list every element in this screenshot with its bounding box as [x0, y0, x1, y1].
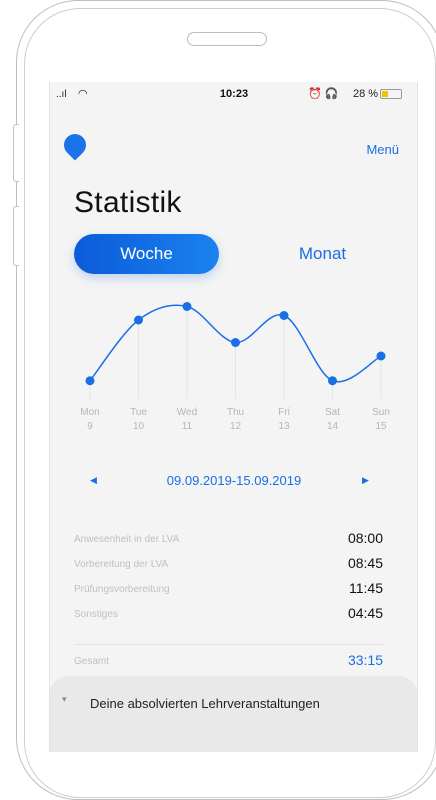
chart-svg: Mon 9 Tue 10 Wed 11 Thu 12 Fri 13 Sat 14 Sun 15	[80, 302, 390, 432]
weekly-chart: Mon 9 Tue 10 Wed 11 Thu 12 Fri 13 Sat 14 Sun 15	[50, 287, 417, 457]
chart-day-label: Wed	[177, 407, 197, 418]
chart-point-wed[interactable]	[182, 302, 192, 311]
chart-date-label: 9	[87, 421, 93, 432]
bottom-sheet-title: Deine absolvierten Lehrveranstaltungen	[90, 696, 320, 711]
phone-volume-down-button	[13, 206, 19, 266]
chart-day-label: Mon	[80, 407, 99, 418]
battery-percent: 28 %	[353, 88, 379, 100]
breakdown-value: 11:45	[349, 580, 383, 596]
app-screen: ..ıl ◠ 10:23 ⏰ 🎧 28 % Menü Statistik Woc…	[49, 82, 418, 752]
breakdown-label: Prüfungsvorbereitung	[74, 584, 170, 595]
bottom-sheet[interactable]: ▾ Deine absolvierten Lehrveranstaltungen	[50, 676, 417, 752]
breakdown-value: 08:00	[347, 530, 383, 546]
next-week-icon[interactable]: ▶	[362, 475, 369, 486]
chart-day-label: Thu	[227, 407, 244, 418]
chart-point-thu[interactable]	[231, 338, 240, 347]
chart-day-label: Sun	[372, 407, 390, 418]
chart-point-tue[interactable]	[134, 315, 143, 325]
signal-icon: ..ıl	[56, 89, 67, 100]
wifi-icon: ◠	[78, 88, 88, 100]
total-value: 33:15	[347, 652, 383, 668]
chart-day-label: Tue	[130, 407, 147, 418]
phone-volume-up-button	[13, 124, 19, 182]
page-title: Statistik	[74, 186, 182, 219]
chart-day-label: Sat	[325, 407, 340, 418]
tab-week[interactable]: Woche	[74, 234, 219, 274]
chart-day-label: Fri	[278, 407, 290, 418]
chart-date-label: 13	[278, 421, 290, 432]
chart-date-label: 12	[230, 421, 242, 432]
chart-point-mon[interactable]	[85, 376, 95, 386]
date-range: 09.09.2019-15.09.2019	[166, 473, 302, 488]
chevron-down-icon[interactable]: ▾	[62, 694, 67, 705]
tab-month[interactable]: Monat	[250, 234, 395, 274]
battery-icon	[380, 89, 402, 99]
divider	[74, 644, 384, 645]
chart-date-label: 15	[375, 421, 387, 432]
status-bar: ..ıl ◠ 10:23 ⏰ 🎧 28 %	[50, 82, 417, 106]
chart-point-sun[interactable]	[376, 351, 386, 361]
prev-week-icon[interactable]: ◀	[90, 475, 97, 486]
breakdown-label: Anwesenheit in der LVA	[74, 534, 180, 545]
chart-point-sat[interactable]	[328, 376, 337, 386]
alarm-headphones-icon: ⏰ 🎧	[308, 88, 339, 100]
menu-button[interactable]: Menü	[366, 142, 399, 157]
status-time: 10:23	[219, 88, 249, 100]
phone-speaker	[187, 32, 267, 46]
app-logo-icon	[59, 129, 91, 161]
breakdown-value: 04:45	[347, 605, 383, 621]
chart-date-label: 14	[327, 421, 339, 432]
total-label: Gesamt	[74, 656, 110, 667]
breakdown-label: Sonstiges	[74, 609, 118, 620]
chart-point-fri[interactable]	[279, 311, 289, 320]
chart-date-label: 11	[182, 421, 193, 432]
breakdown-label: Vorbereitung der LVA	[74, 559, 169, 570]
breakdown-value: 08:45	[347, 555, 383, 571]
chart-date-label: 10	[133, 421, 145, 432]
